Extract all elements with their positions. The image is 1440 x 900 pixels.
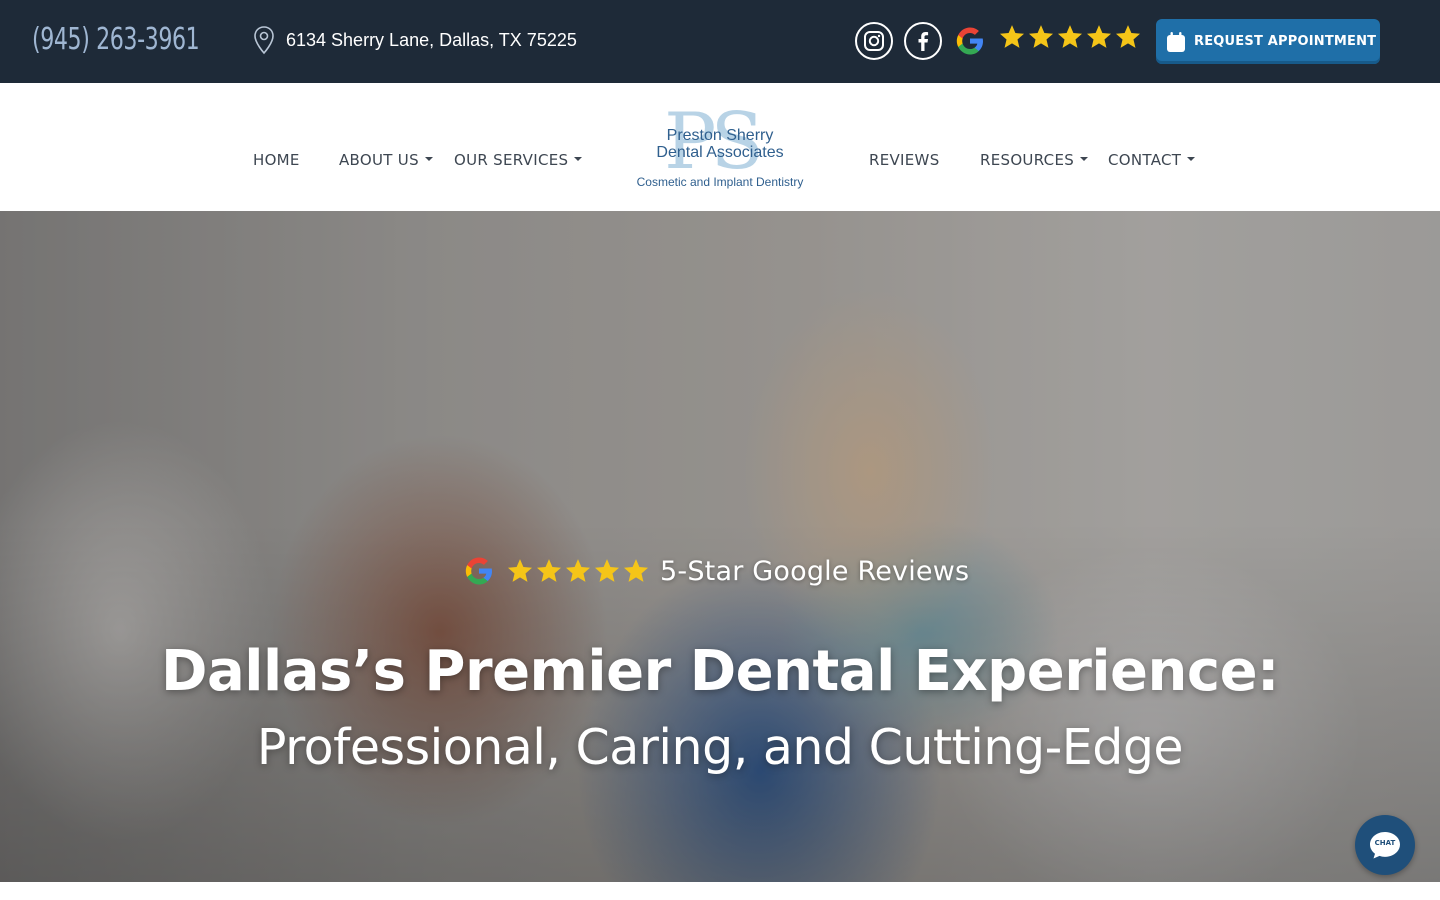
nav-item-label: OUR SERVICES [454, 151, 569, 169]
google-icon[interactable] [953, 24, 987, 58]
nav-item-label: REVIEWS [869, 151, 940, 169]
star-icon [536, 559, 562, 582]
hero-section: 5-Star Google Reviews Dallas’s Premier D… [0, 211, 1440, 882]
star-icon [594, 559, 620, 582]
nav-item-about-us[interactable]: ABOUT US [339, 151, 433, 169]
star-icon [999, 25, 1025, 48]
nav-item-contact[interactable]: CONTACT [1108, 151, 1196, 169]
main-nav: HOME ABOUT US OUR SERVICES PS Preston Sh… [0, 83, 1440, 211]
review-badge-text: 5-Star Google Reviews [660, 555, 970, 587]
google-review-badge: 5-Star Google Reviews [462, 554, 969, 588]
facebook-button[interactable] [904, 22, 942, 60]
nav-item-reviews[interactable]: REVIEWS [869, 151, 940, 169]
star-icon [507, 559, 533, 582]
logo-name-line1: Preston Sherry [666, 127, 774, 144]
nav-item-label: ABOUT US [339, 151, 419, 169]
hero-headline: Dallas’s Premier Dental Experience: [161, 639, 1279, 704]
page-bottom-strip [0, 882, 1440, 900]
nav-item-label: RESOURCES [980, 151, 1075, 169]
instagram-button[interactable] [855, 22, 893, 60]
nav-item-label: HOME [253, 151, 300, 169]
google-icon [465, 557, 492, 585]
star-icon [565, 559, 591, 582]
request-appointment-label: REQUEST APPOINTMENT [1194, 34, 1377, 49]
nav-item-resources[interactable]: RESOURCES [980, 151, 1089, 169]
chat-label: CHAT [1374, 839, 1396, 847]
star-icon [1115, 25, 1141, 48]
logo-name-line2: Dental Associates [656, 144, 784, 161]
caret-down-icon [1080, 157, 1089, 161]
nav-item-our-services[interactable]: OUR SERVICES [454, 151, 583, 169]
location-pin-icon [254, 26, 274, 55]
phone-number-link[interactable]: (945) 263-3961 [32, 22, 200, 57]
chat-button[interactable]: CHAT [1355, 815, 1415, 875]
caret-down-icon [574, 157, 583, 161]
star-icon [1057, 25, 1083, 48]
hero-rating-stars [506, 557, 650, 585]
instagram-icon [864, 31, 884, 51]
facebook-icon [918, 32, 929, 51]
nav-item-label: CONTACT [1108, 151, 1182, 169]
rating-stars [998, 23, 1142, 51]
request-appointment-button[interactable]: REQUEST APPOINTMENT [1156, 19, 1380, 64]
calendar-icon [1167, 31, 1185, 52]
top-bar: (945) 263-3961 6134 Sherry Lane, Dallas,… [0, 0, 1440, 83]
logo-tagline: Cosmetic and Implant Dentistry [636, 175, 804, 189]
nav-item-home[interactable]: HOME [253, 151, 300, 169]
star-icon [1028, 25, 1054, 48]
star-icon [1086, 25, 1112, 48]
caret-down-icon [1187, 157, 1196, 161]
address-text: 6134 Sherry Lane, Dallas, TX 75225 [286, 29, 577, 50]
caret-down-icon [424, 157, 433, 161]
star-icon [623, 559, 649, 582]
address-block[interactable]: 6134 Sherry Lane, Dallas, TX 75225 [252, 25, 577, 55]
hero-subheadline: Professional, Caring, and Cutting-Edge [256, 719, 1184, 776]
site-logo[interactable]: PS Preston Sherry Dental Associates Cosm… [628, 103, 812, 199]
